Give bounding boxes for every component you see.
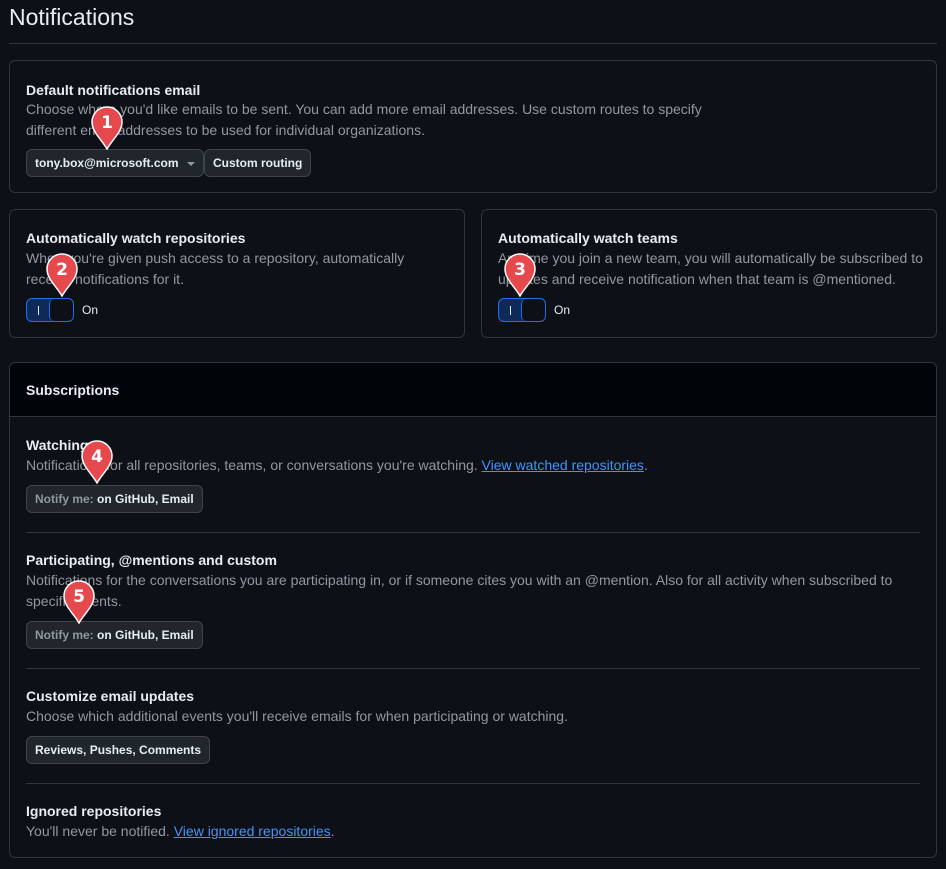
page-title: Notifications (9, 4, 135, 30)
subscriptions-box: Subscriptions Watching Notifications for… (9, 362, 937, 858)
subscriptions-heading: Subscriptions (26, 382, 120, 398)
notify-prefix: Notify me: (35, 492, 94, 506)
default-email-heading: Default notifications email (26, 82, 201, 98)
section-divider (26, 668, 920, 669)
email-updates-description: Choose which additional events you'll re… (26, 708, 568, 724)
watching-notify-button[interactable]: Notify me: on GitHub, Email (26, 485, 203, 513)
svg-text:5: 5 (73, 587, 85, 607)
view-ignored-link[interactable]: View ignored repositories (174, 823, 331, 839)
watch-teams-heading: Automatically watch teams (498, 230, 678, 246)
email-updates-heading: Customize email updates (26, 688, 195, 704)
custom-routing-button[interactable]: Custom routing (204, 149, 312, 177)
toggle-knob (49, 299, 73, 321)
participating-description: Notifications for the conversations you … (26, 572, 893, 609)
svg-text:4: 4 (91, 447, 103, 467)
ignored-text: You'll never be notified. (26, 823, 170, 839)
default-email-description: Choose where you'd like emails to be sen… (26, 101, 702, 138)
chevron-down-icon (186, 161, 195, 166)
marker-3-icon: 3 (504, 253, 536, 297)
marker-2-icon: 2 (46, 253, 78, 297)
watch-teams-toggle[interactable] (498, 298, 546, 322)
svg-text:2: 2 (56, 260, 68, 280)
view-watched-link[interactable]: View watched repositories (482, 457, 644, 473)
watch-teams-description: Anytime you join a new team, you will au… (498, 250, 923, 287)
marker-1-icon: 1 (91, 106, 123, 150)
watch-teams-box: Automatically watch teams Anytime you jo… (481, 209, 937, 338)
marker-4-icon: 4 (81, 440, 113, 484)
subscriptions-header: Subscriptions (10, 363, 936, 417)
watch-repos-heading: Automatically watch repositories (26, 230, 246, 246)
email-select-value: tony.box@microsoft.com (35, 156, 179, 170)
svg-text:1: 1 (101, 113, 113, 133)
notify-value: on GitHub, Email (97, 628, 194, 642)
notify-prefix: Notify me: (35, 628, 94, 642)
email-updates-button[interactable]: Reviews, Pushes, Comments (26, 736, 211, 764)
notify-value: on GitHub, Email (97, 492, 194, 506)
ignored-description: You'll never be notified. View ignored r… (26, 823, 335, 839)
default-email-box: Default notifications email Choose where… (9, 60, 937, 193)
watch-repos-toggle-label: On (82, 303, 99, 317)
toggle-on-bar (38, 306, 39, 315)
section-divider (26, 532, 920, 533)
ignored-heading: Ignored repositories (26, 803, 162, 819)
participating-notify-button[interactable]: Notify me: on GitHub, Email (26, 621, 203, 649)
marker-5-icon: 5 (63, 580, 95, 624)
watching-description: Notifications for all repositories, team… (26, 457, 648, 473)
watch-repos-toggle[interactable] (26, 298, 74, 322)
participating-heading: Participating, @mentions and custom (26, 552, 277, 568)
section-divider (26, 783, 920, 784)
toggle-knob (521, 299, 545, 321)
email-select[interactable]: tony.box@microsoft.com (26, 149, 204, 177)
watch-teams-toggle-label: On (554, 303, 571, 317)
svg-text:3: 3 (514, 260, 526, 280)
watch-repos-description: When you're given push access to a repos… (26, 250, 405, 287)
title-divider (9, 43, 937, 44)
toggle-on-bar (510, 306, 511, 315)
